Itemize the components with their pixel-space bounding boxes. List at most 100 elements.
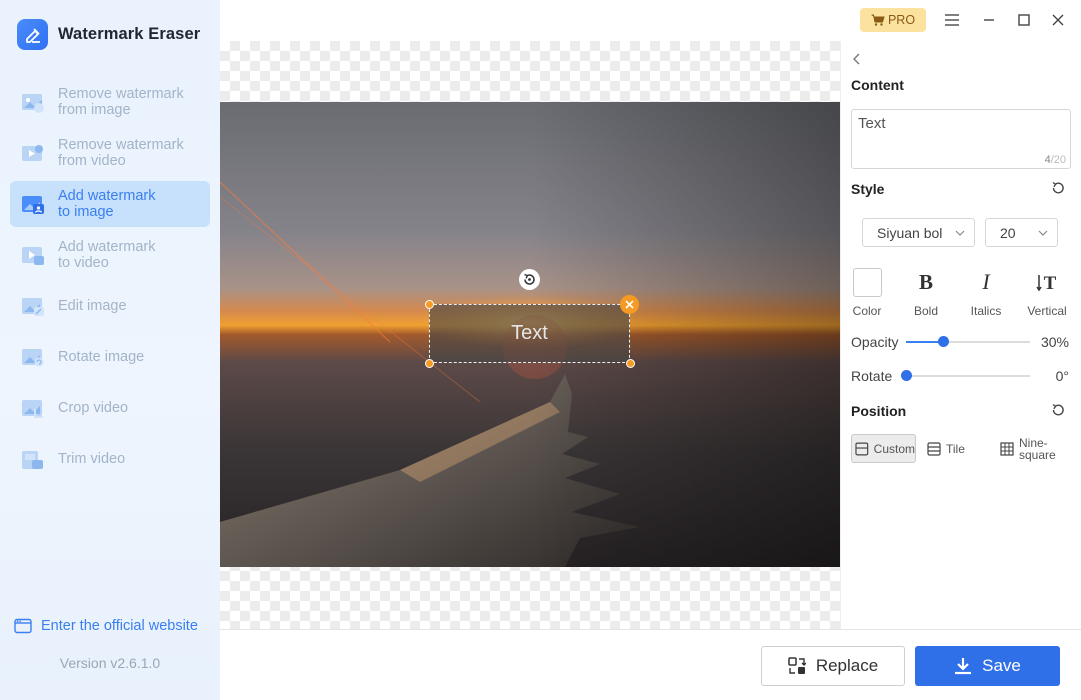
position-custom-label: Custom — [873, 441, 915, 456]
italic-icon: I — [981, 272, 991, 292]
color-swatch — [852, 267, 882, 297]
sidebar-item-rotate-image[interactable]: Rotate image — [10, 334, 210, 380]
char-counter: 4/20 — [1045, 154, 1066, 166]
svg-text:I: I — [981, 272, 991, 292]
sidebar-item-label: Remove watermark from image — [58, 86, 184, 118]
sidebar-item-crop-video[interactable]: Crop video — [10, 385, 210, 431]
watermark-text-box[interactable]: Text — [429, 304, 630, 363]
custom-layout-icon — [855, 442, 869, 455]
rotate-slider[interactable] — [901, 370, 1030, 381]
settings-panel: Content Text 4/20 Style Siyuan bol 20 Co… — [840, 41, 1081, 629]
save-label: Save — [982, 656, 1021, 675]
titlebar: PRO — [220, 0, 1081, 41]
italics-tool[interactable]: I Italics — [961, 267, 1011, 318]
crop-video-icon — [22, 400, 43, 418]
position-tile-label: Tile — [946, 441, 965, 456]
maximize-icon[interactable] — [1013, 9, 1035, 31]
rotate-icon — [524, 273, 535, 285]
official-website-label: Enter the official website — [41, 618, 198, 634]
version-text: Version v2.6.1.0 — [59, 655, 161, 671]
rotate-label: Rotate — [851, 368, 893, 384]
sidebar-nav: Remove watermark from image Remove water… — [10, 79, 210, 487]
style-title: Style — [851, 181, 885, 197]
sidebar-item-remove-watermark-image[interactable]: Remove watermark from image — [10, 79, 210, 125]
replace-button[interactable]: Replace — [761, 646, 905, 686]
sidebar-item-label: Trim video — [58, 451, 126, 467]
opacity-slider-knob[interactable] — [938, 336, 950, 347]
bold-label: Bold — [913, 304, 939, 318]
minimize-icon[interactable] — [978, 9, 1000, 31]
sidebar-item-add-watermark-video[interactable]: Add watermark to video — [10, 232, 210, 278]
position-custom-button[interactable]: Custom — [851, 434, 916, 463]
content-title: Content — [851, 77, 904, 93]
rotate-value: 0° — [1055, 368, 1069, 384]
official-website-link[interactable]: Enter the official website — [14, 618, 198, 634]
position-nine-square-label: Nine- square — [1019, 435, 1056, 462]
video-watermark-icon — [22, 247, 44, 265]
content-textarea[interactable]: Text 4/20 — [851, 109, 1071, 169]
watermark-text: Text — [511, 322, 548, 344]
reset-position-icon[interactable] — [1050, 402, 1066, 418]
menu-icon[interactable] — [941, 9, 963, 31]
sidebar-item-trim-video[interactable]: Trim video — [10, 436, 210, 482]
color-tool[interactable]: Color — [842, 267, 892, 318]
font-family-select[interactable]: Siyuan bol — [862, 218, 975, 247]
font-size-select[interactable]: 20 — [985, 218, 1058, 247]
content-value: Text — [858, 115, 886, 132]
svg-text:T: T — [1044, 273, 1057, 292]
bold-icon: B — [919, 272, 933, 292]
position-tile-button[interactable]: Tile — [924, 434, 984, 463]
save-button[interactable]: Save — [915, 646, 1060, 686]
nine-square-icon — [1000, 441, 1014, 456]
sidebar-item-label: Edit image — [58, 298, 127, 314]
vertical-tool[interactable]: T Vertical — [1022, 267, 1072, 318]
opacity-slider[interactable] — [906, 336, 1030, 347]
browser-icon — [14, 618, 32, 634]
sidebar-item-add-watermark-image[interactable]: Add watermark to image — [10, 181, 210, 227]
resize-handle-bottom-left[interactable] — [425, 359, 434, 368]
font-size-value: 20 — [1000, 224, 1016, 241]
resize-handle-top-left[interactable] — [425, 300, 434, 309]
sidebar-item-label: Add watermark to video — [58, 239, 156, 271]
rotate-slider-row: Rotate 0° — [851, 366, 1071, 386]
pro-button[interactable]: PRO — [860, 8, 926, 32]
bold-tool[interactable]: B Bold — [901, 267, 951, 318]
chevron-down-icon — [1038, 230, 1048, 236]
position-title: Position — [851, 403, 907, 419]
counter-max: /20 — [1050, 154, 1066, 166]
back-arrow-icon[interactable] — [850, 52, 864, 66]
download-icon — [955, 658, 972, 675]
resize-handle-bottom-right[interactable] — [626, 359, 635, 368]
color-label: Color — [852, 304, 882, 318]
rotate-image-icon — [22, 349, 44, 367]
vertical-text-icon: T — [1036, 273, 1057, 292]
reset-style-icon[interactable] — [1050, 180, 1066, 196]
video-eraser-icon — [22, 145, 43, 161]
sidebar-item-label: Crop video — [58, 400, 129, 416]
app-title: Watermark Eraser — [58, 25, 201, 43]
sidebar-item-remove-watermark-video[interactable]: Remove watermark from video — [10, 130, 210, 176]
watermark-delete-button[interactable] — [620, 295, 639, 314]
editor-canvas[interactable]: Text — [220, 41, 840, 629]
cart-icon — [871, 14, 885, 26]
sidebar-item-label: Remove watermark from video — [58, 137, 184, 169]
opacity-label: Opacity — [851, 334, 899, 350]
close-icon — [625, 300, 634, 309]
trim-video-icon — [22, 451, 43, 469]
position-nine-square-button[interactable]: Nine- square — [997, 434, 1067, 463]
sidebar-item-edit-image[interactable]: Edit image — [10, 283, 210, 329]
opacity-value: 30% — [1040, 334, 1069, 350]
pro-label: PRO — [887, 13, 916, 27]
tile-layout-icon — [927, 441, 941, 456]
rotate-slider-knob[interactable] — [901, 370, 912, 381]
brand: Watermark Eraser — [17, 19, 200, 50]
font-family-value: Siyuan bol — [877, 224, 943, 241]
sidebar-item-label: Add watermark to image — [58, 188, 156, 220]
edit-image-icon — [22, 298, 44, 316]
sidebar: Watermark Eraser Remove watermark from i… — [0, 0, 220, 700]
opacity-slider-row: Opacity 30% — [851, 332, 1071, 352]
watermark-rotate-handle[interactable] — [519, 269, 540, 290]
close-icon[interactable] — [1047, 9, 1069, 31]
replace-icon — [788, 657, 806, 674]
bottom-bar: Replace Save — [220, 629, 1081, 700]
